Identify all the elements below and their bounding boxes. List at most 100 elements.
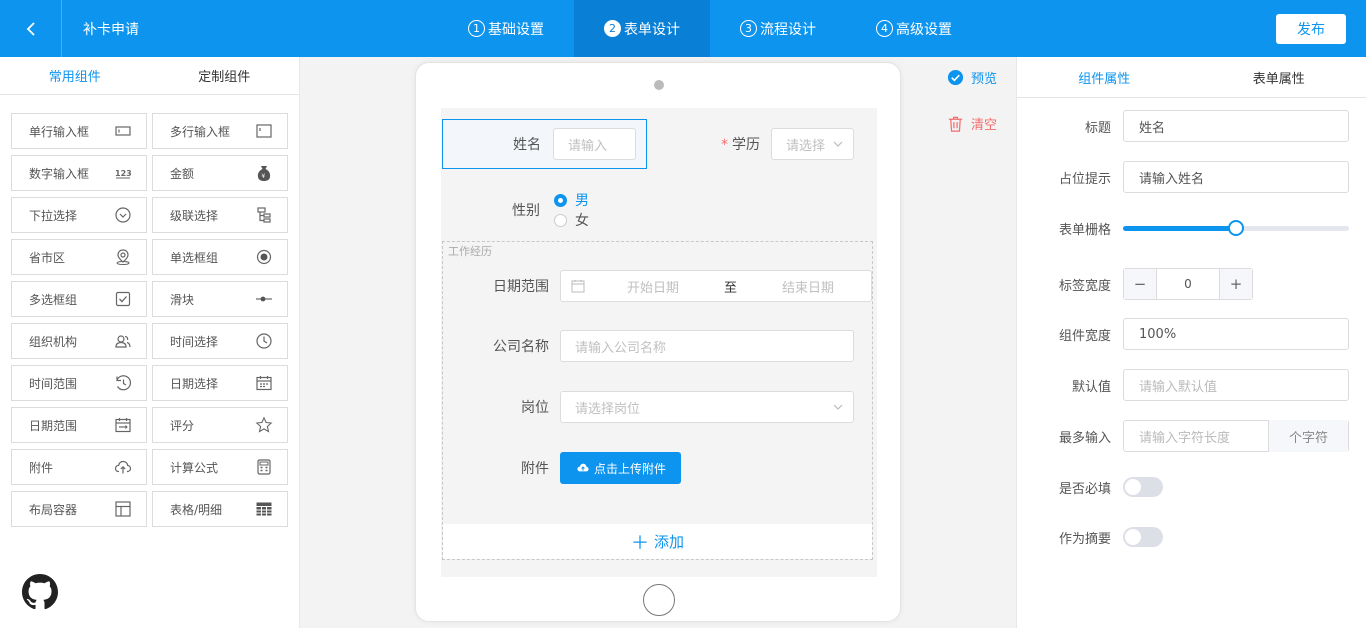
prop-label: 标签宽度 (1058, 278, 1111, 294)
radio-icon (256, 249, 272, 265)
component-radio-group[interactable]: 单选框组 (152, 239, 288, 275)
design-canvas: 姓名 请输入 * 学历 请选择 性别 男 女 工作经历 日期范围 开始日期 至 … (300, 57, 1016, 628)
step-number: 4 (876, 20, 893, 37)
component-region[interactable]: 省市区 (11, 239, 147, 275)
component-rating[interactable]: 评分 (152, 407, 288, 443)
title-input[interactable]: 姓名 (1123, 110, 1349, 142)
cloud-upload-icon (114, 460, 132, 474)
component-dropdown-select[interactable]: 下拉选择 (11, 197, 147, 233)
prop-label: 占位提示 (1058, 171, 1111, 187)
component-width-input[interactable]: 100% (1123, 318, 1349, 350)
decrement-button[interactable]: − (1124, 269, 1156, 299)
component-label: 单选框组 (170, 250, 219, 265)
increment-button[interactable]: + (1220, 269, 1252, 299)
top-bar: 补卡申请 1 基础设置 2 表单设计 3 流程设计 4 高级设置 发布 (0, 0, 1366, 57)
properties-tabs: 组件属性 表单属性 (1017, 57, 1366, 98)
grid-slider[interactable] (1123, 220, 1349, 236)
component-date-picker[interactable]: 日期选择 (152, 365, 288, 401)
required-mark: * (721, 137, 728, 153)
component-grid: 单行输入框 多行输入框 数字输入框 123 金额 ¥ 下拉选择 级联选择 省市区 单… (11, 113, 288, 527)
component-layout-container[interactable]: 布局容器 (11, 491, 147, 527)
component-label: 数字输入框 (29, 166, 90, 181)
component-slider[interactable]: 滑块 (152, 281, 288, 317)
education-select[interactable]: 请选择 (771, 128, 854, 160)
work-experience-group[interactable]: 工作经历 日期范围 开始日期 至 结束日期 公司名称 请输入公司名称 岗位 请选… (442, 241, 873, 560)
name-input[interactable]: 请输入 (553, 128, 636, 160)
component-organization[interactable]: 组织机构 (11, 323, 147, 359)
calendar-range-icon (115, 418, 131, 433)
chevron-circle-icon (115, 207, 131, 223)
tab-common-components[interactable]: 常用组件 (0, 57, 150, 94)
field-label: * 学历 (671, 134, 760, 154)
component-multi-line-input[interactable]: 多行输入框 (152, 113, 288, 149)
summary-switch[interactable] (1123, 527, 1163, 547)
component-cascade-select[interactable]: 级联选择 (152, 197, 288, 233)
radio-circle (554, 193, 567, 207)
form-field-name[interactable]: 姓名 请输入 (442, 119, 647, 169)
placeholder-input[interactable]: 请输入姓名 (1123, 161, 1349, 193)
max-length-input[interactable]: 请输入字符长度 个字符 (1123, 420, 1349, 452)
component-table-detail[interactable]: 表格/明细 (152, 491, 288, 527)
prop-default-value: 默认值 请输入默认值 (1017, 369, 1366, 401)
component-date-range[interactable]: 日期范围 (11, 407, 147, 443)
component-label: 日期范围 (29, 418, 78, 433)
prop-label-width: 标签宽度 − 0 + (1017, 268, 1366, 300)
publish-button[interactable]: 发布 (1276, 14, 1346, 44)
clear-button[interactable]: 清空 (947, 114, 997, 133)
component-label: 单行输入框 (29, 124, 90, 139)
tab-form-properties[interactable]: 表单属性 (1192, 57, 1366, 97)
textarea-icon (256, 124, 272, 138)
form-field-education[interactable]: * 学历 请选择 (671, 128, 854, 160)
preview-button[interactable]: 预览 (947, 68, 997, 87)
slider-thumb[interactable] (1228, 220, 1244, 236)
gender-radio-group: 男 女 (554, 190, 589, 230)
checkbox-icon (115, 291, 131, 307)
tab-component-properties[interactable]: 组件属性 (1017, 57, 1192, 97)
component-amount[interactable]: 金额 ¥ (152, 155, 288, 191)
back-button[interactable] (0, 0, 62, 57)
default-value-input[interactable]: 请输入默认值 (1123, 369, 1349, 401)
step-basic-settings[interactable]: 1 基础设置 (438, 0, 574, 57)
radio-option-male[interactable]: 男 (554, 190, 589, 210)
component-label: 滑块 (170, 292, 195, 307)
stepper-value[interactable]: 0 (1156, 269, 1220, 299)
radio-option-female[interactable]: 女 (554, 210, 589, 230)
range-separator: 至 (724, 280, 738, 296)
required-switch[interactable] (1123, 477, 1163, 497)
upload-attachment-button[interactable]: 点击上传附件 (560, 452, 682, 484)
end-date-placeholder: 结束日期 (782, 280, 835, 296)
component-single-line-input[interactable]: 单行输入框 (11, 113, 147, 149)
component-label: 组织机构 (29, 334, 78, 349)
add-row-button[interactable]: ＋ 添加 (443, 524, 872, 559)
tablet-home-button[interactable] (643, 584, 675, 616)
github-icon[interactable] (22, 574, 58, 610)
component-time-picker[interactable]: 时间选择 (152, 323, 288, 359)
prop-label: 标题 (1084, 120, 1111, 136)
component-checkbox-group[interactable]: 多选框组 (11, 281, 147, 317)
company-input[interactable]: 请输入公司名称 (560, 330, 854, 362)
form-field-gender: 性别 男 女 (442, 190, 589, 230)
component-tabs: 常用组件 定制组件 (0, 57, 299, 95)
date-range-input[interactable]: 开始日期 至 结束日期 (560, 270, 872, 302)
tab-custom-components[interactable]: 定制组件 (150, 57, 300, 94)
component-label: 时间范围 (29, 376, 78, 391)
component-label: 级联选择 (170, 208, 219, 223)
component-attachment[interactable]: 附件 (11, 449, 147, 485)
step-process-design[interactable]: 3 流程设计 (710, 0, 846, 57)
component-formula[interactable]: 计算公式 (152, 449, 288, 485)
component-label: 时间选择 (170, 334, 219, 349)
chevron-left-icon (26, 21, 35, 36)
component-time-range[interactable]: 时间范围 (11, 365, 147, 401)
properties-panel: 组件属性 表单属性 标题 姓名 占位提示 请输入姓名 表单栅格 标签宽度 − 0… (1016, 57, 1366, 628)
step-label: 流程设计 (760, 21, 816, 38)
position-select[interactable]: 请选择岗位 (560, 391, 854, 423)
field-label: 性别 (512, 203, 540, 219)
history-clock-icon (116, 375, 132, 391)
step-form-design[interactable]: 2 表单设计 (574, 0, 710, 57)
group-title: 工作经历 (448, 245, 492, 258)
component-number-input[interactable]: 数字输入框 123 (11, 155, 147, 191)
select-placeholder: 请选择 (786, 138, 826, 154)
field-label: 附件 (521, 461, 549, 477)
step-advanced-settings[interactable]: 4 高级设置 (846, 0, 982, 57)
component-label: 表格/明细 (170, 502, 223, 517)
